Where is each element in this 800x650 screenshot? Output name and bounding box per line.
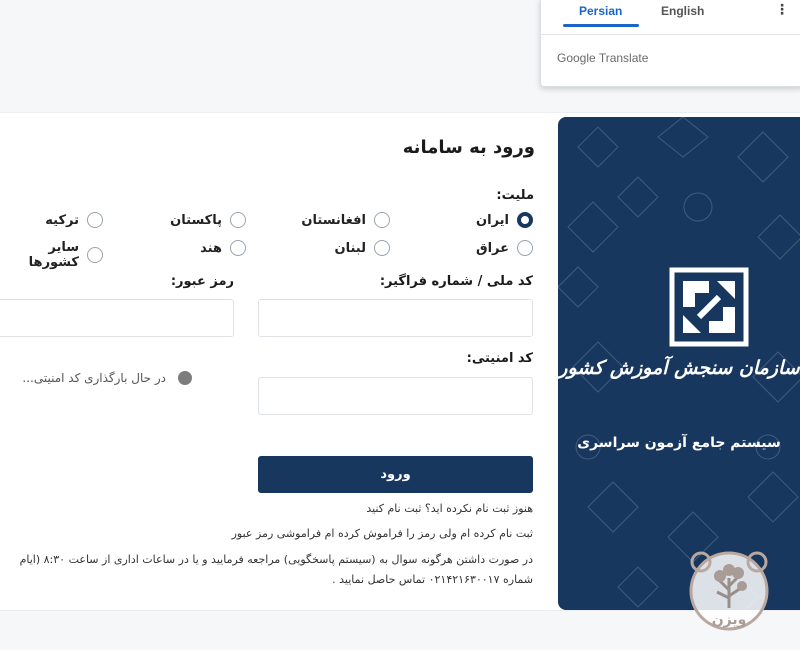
radio-label: سایر کشورها	[28, 240, 79, 270]
password-label: رمز عبور:	[170, 274, 234, 289]
forgot-password-line: ثبت نام کرده ام ولی رمز را فراموش کرده ا…	[232, 527, 533, 540]
radio-label: هند	[200, 240, 222, 256]
login-card: ورود به سامانه ملیت: ایران افغانستان پاک…	[0, 112, 800, 611]
tree-watermark-icon: ویزن	[689, 551, 769, 631]
forgot-password-link[interactable]: ثبت نام کرده ام ولی رمز را فراموش کرده ا…	[232, 527, 533, 540]
radio-icon	[87, 247, 103, 263]
radio-icon	[517, 240, 533, 256]
brand-panel: سازمان سنجش آموزش کشور سیستم جامع آزمون …	[558, 117, 800, 610]
radio-label: ترکیه	[45, 212, 79, 228]
google-translate-popup: Persian English ⋮ Google Translate	[540, 0, 800, 87]
register-link[interactable]: هنوز ثبت نام نکرده اید؟ ثبت نام کنید	[366, 502, 533, 515]
radio-iraq[interactable]: عراق	[476, 240, 533, 256]
radio-icon	[230, 212, 246, 228]
register-link-line: هنوز ثبت نام نکرده اید؟ ثبت نام کنید	[366, 502, 533, 515]
national-code-input[interactable]	[258, 299, 533, 337]
login-button[interactable]: ورود	[258, 456, 533, 493]
radio-icon	[374, 212, 390, 228]
watermark-text: ویزن	[712, 612, 747, 628]
radio-pakistan[interactable]: پاکستان	[170, 212, 246, 228]
radio-label: پاکستان	[170, 212, 222, 228]
divider	[541, 34, 800, 35]
sanjesh-logo-icon	[669, 267, 749, 347]
radio-lebanon[interactable]: لبنان	[335, 240, 390, 256]
national-code-label: کد ملی / شماره فراگیر:	[379, 274, 533, 289]
tab-persian[interactable]: Persian	[579, 4, 622, 18]
security-code-input[interactable]	[258, 377, 533, 415]
radio-label: عراق	[475, 240, 509, 256]
security-code-label: کد امنیتی:	[466, 351, 533, 366]
tab-english[interactable]: English	[661, 4, 704, 18]
radio-other-countries[interactable]: سایر کشورها	[0, 240, 103, 270]
radio-afghanistan[interactable]: افغانستان	[301, 212, 390, 228]
support-text-line-1: در صورت داشتن هرگونه سوال به (سیستم پاسخ…	[19, 553, 533, 566]
captcha-loading: در حال بارگذاری کد امنیتی...	[22, 371, 192, 385]
password-input[interactable]	[0, 299, 234, 337]
radio-icon	[230, 240, 246, 256]
radio-label: افغانستان	[301, 212, 366, 228]
radio-turkey[interactable]: ترکیه	[45, 212, 103, 228]
support-text-line-2: شماره ۰۲۱۴۲۱۶۳۰۰۱۷ تماس حاصل نمایید .	[332, 573, 533, 586]
captcha-loading-text: در حال بارگذاری کد امنیتی...	[22, 371, 166, 385]
active-tab-indicator	[563, 24, 639, 27]
radio-icon	[374, 240, 390, 256]
login-form: ورود به سامانه ملیت: ایران افغانستان پاک…	[0, 113, 550, 610]
organization-name: سازمان سنجش آموزش کشور	[558, 357, 800, 379]
radio-icon	[87, 212, 103, 228]
radio-selected-icon	[517, 212, 533, 228]
radio-iran[interactable]: ایران	[476, 212, 533, 228]
page-title: ورود به سامانه	[402, 137, 535, 158]
radio-india[interactable]: هند	[200, 240, 246, 256]
radio-label: لبنان	[334, 240, 366, 256]
more-options-icon[interactable]: ⋮	[775, 2, 789, 18]
loading-spinner-icon	[178, 371, 192, 385]
system-name: سیستم جامع آزمون سراسری	[577, 435, 781, 451]
nationality-label: ملیت:	[496, 188, 534, 203]
radio-label: ایران	[476, 212, 509, 228]
translate-tabs: Persian English ⋮	[541, 0, 800, 30]
google-translate-brand: Google Translate	[557, 51, 649, 65]
